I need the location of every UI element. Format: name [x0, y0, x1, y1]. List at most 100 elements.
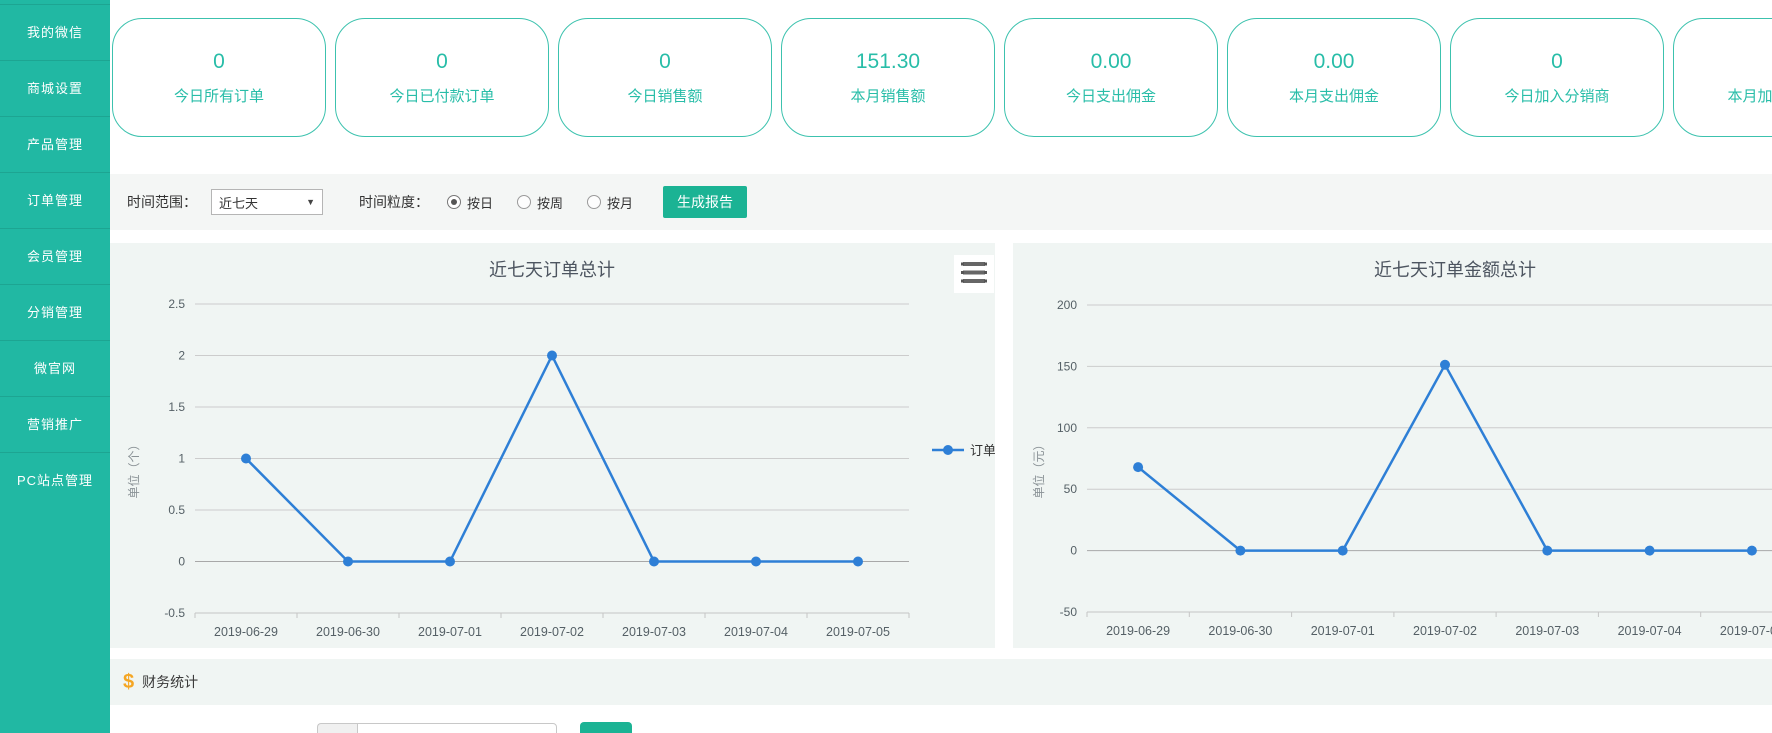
y-tick-label: 1.5: [168, 400, 185, 414]
stat-card-label: 本月加入分销商: [1727, 85, 1772, 106]
orders-chart-panel[interactable]: 近七天订单总计2.521.510.50-0.5单位（个）2019-06-2920…: [110, 243, 995, 648]
time-range-label: 时间范围：: [127, 192, 197, 212]
generate-report-button[interactable]: 生成报告: [663, 186, 747, 218]
sidebar: 我的微信商城设置产品管理订单管理会员管理分销管理微官网营销推广PC站点管理: [0, 0, 110, 733]
chart-title: 近七天订单总计: [489, 260, 615, 280]
input-addon-button[interactable]: [317, 723, 357, 733]
granularity-label: 时间粒度：: [359, 192, 429, 212]
data-point[interactable]: [1542, 546, 1552, 556]
stat-card-3: 151.30本月销售额: [781, 18, 995, 137]
stat-card-label: 今日已付款订单: [389, 85, 494, 106]
sidebar-item-5[interactable]: 分销管理: [0, 284, 110, 340]
x-tick-label: 2019-07-02: [1413, 624, 1477, 638]
stat-card-value: 0: [1551, 50, 1563, 74]
x-tick-label: 2019-07-05: [1720, 624, 1772, 638]
stat-card-label: 今日加入分销商: [1504, 85, 1609, 106]
data-point[interactable]: [1133, 462, 1143, 472]
sidebar-item-6[interactable]: 微官网: [0, 340, 110, 396]
y-tick-label: 0: [1070, 544, 1077, 558]
filter-bar: 时间范围： 近七天 ▼ 时间粒度： 按日 按周 按月 生成报告: [110, 174, 1772, 230]
granularity-radio-group: 按日 按周 按月: [447, 193, 657, 212]
data-point[interactable]: [1747, 546, 1757, 556]
x-tick-label: 2019-06-29: [1106, 624, 1170, 638]
line-chart[interactable]: 近七天订单金额总计200150100500-50单位（元）2019-06-292…: [1013, 243, 1772, 648]
finance-input-group: [317, 723, 557, 733]
stat-card-6: 0 今日加入分销商: [1450, 18, 1664, 137]
finance-title: 财务统计: [142, 672, 198, 692]
y-tick-label: 0.5: [168, 503, 185, 517]
stat-card-2: 0 今日销售额: [558, 18, 772, 137]
finance-submit-button[interactable]: [580, 722, 632, 733]
data-point[interactable]: [649, 557, 659, 567]
data-point[interactable]: [547, 351, 557, 361]
stat-card-value: 0: [659, 50, 671, 74]
radio-unchecked-icon[interactable]: [517, 195, 531, 209]
stat-card-value: 0: [436, 50, 448, 74]
sidebar-item-7[interactable]: 营销推广: [0, 396, 110, 452]
time-range-value: 近七天: [219, 193, 258, 212]
order-amount-chart-panel[interactable]: 近七天订单金额总计200150100500-50单位（元）2019-06-292…: [1013, 243, 1772, 648]
stat-card-5: 0.00本月支出佣金: [1227, 18, 1441, 137]
x-tick-label: 2019-06-29: [214, 625, 278, 639]
radio-option-1[interactable]: 按周: [517, 193, 563, 212]
stat-card-7: 0本月加入分销商: [1673, 18, 1772, 137]
time-range-select[interactable]: 近七天 ▼: [211, 189, 323, 215]
y-tick-label: 100: [1057, 421, 1077, 435]
stat-card-label: 今日销售额: [627, 85, 702, 106]
sidebar-menu: 我的微信商城设置产品管理订单管理会员管理分销管理微官网营销推广PC站点管理: [0, 4, 110, 508]
finance-section-header: $ 财务统计: [110, 659, 1772, 705]
x-tick-label: 2019-07-04: [1618, 624, 1682, 638]
stat-card-value: 0.00: [1091, 50, 1132, 74]
radio-unchecked-icon[interactable]: [587, 195, 601, 209]
data-point[interactable]: [1235, 546, 1245, 556]
stat-cards-row: 0今日所有订单 0 今日已付款订单 0 今日销售额 151.30本月销售额 0.00 今日支出…: [112, 18, 1772, 137]
data-point[interactable]: [241, 454, 251, 464]
x-tick-label: 2019-07-01: [418, 625, 482, 639]
x-tick-label: 2019-07-03: [622, 625, 686, 639]
stat-card-label: 今日支出佣金: [1066, 85, 1156, 106]
data-point[interactable]: [1440, 360, 1450, 370]
toolbox-dataview-icon[interactable]: [954, 255, 994, 293]
stat-card-0: 0今日所有订单: [112, 18, 326, 137]
stat-card-label: 本月销售额: [850, 85, 925, 106]
x-tick-label: 2019-07-02: [520, 625, 584, 639]
data-point[interactable]: [751, 557, 761, 567]
sidebar-item-3[interactable]: 订单管理: [0, 172, 110, 228]
y-tick-label: 1: [178, 452, 185, 466]
radio-option-2[interactable]: 按月: [587, 193, 633, 212]
series-line: [1138, 365, 1752, 551]
sidebar-item-4[interactable]: 会员管理: [0, 228, 110, 284]
sidebar-item-1[interactable]: 商城设置: [0, 60, 110, 116]
stat-card-1: 0 今日已付款订单: [335, 18, 549, 137]
sidebar-item-8[interactable]: PC站点管理: [0, 452, 110, 508]
y-axis-name: 单位（个）: [126, 438, 141, 498]
finance-text-input[interactable]: [357, 723, 557, 733]
stat-card-label: 本月支出佣金: [1289, 85, 1379, 106]
radio-option-0[interactable]: 按日: [447, 193, 493, 212]
data-point[interactable]: [445, 557, 455, 567]
x-tick-label: 2019-07-01: [1311, 624, 1375, 638]
y-axis-name: 单位（元）: [1031, 438, 1046, 498]
chevron-down-icon: ▼: [306, 197, 315, 207]
dashboard-page: 我的微信商城设置产品管理订单管理会员管理分销管理微官网营销推广PC站点管理 0今…: [0, 0, 1772, 733]
x-tick-label: 2019-07-05: [826, 625, 890, 639]
y-tick-label: 150: [1057, 359, 1077, 373]
x-tick-label: 2019-07-04: [724, 625, 788, 639]
y-tick-label: 2.5: [168, 297, 185, 311]
y-tick-label: 50: [1064, 482, 1078, 496]
radio-label: 按周: [537, 193, 563, 212]
sidebar-item-2[interactable]: 产品管理: [0, 116, 110, 172]
sidebar-item-0[interactable]: 我的微信: [0, 4, 110, 60]
radio-checked-icon[interactable]: [447, 195, 461, 209]
y-tick-label: -50: [1060, 605, 1078, 619]
x-tick-label: 2019-06-30: [316, 625, 380, 639]
legend-item[interactable]: 订单: [932, 443, 995, 458]
data-point[interactable]: [1338, 546, 1348, 556]
data-point[interactable]: [853, 557, 863, 567]
data-point[interactable]: [343, 557, 353, 567]
y-tick-label: 0: [178, 555, 185, 569]
data-point[interactable]: [1645, 546, 1655, 556]
line-chart[interactable]: 近七天订单总计2.521.510.50-0.5单位（个）2019-06-2920…: [110, 243, 995, 648]
chart-title: 近七天订单金额总计: [1374, 260, 1536, 280]
x-tick-label: 2019-06-30: [1208, 624, 1272, 638]
